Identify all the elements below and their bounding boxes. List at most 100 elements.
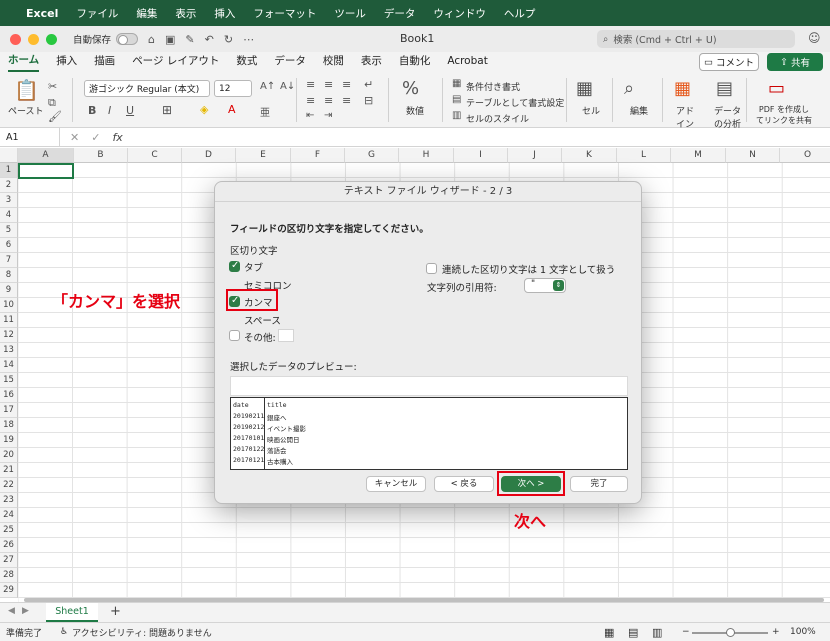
- home-icon[interactable]: ⌂: [148, 33, 155, 46]
- row-header[interactable]: 12: [0, 328, 18, 343]
- cond-format-icon[interactable]: ▦: [452, 78, 461, 89]
- row-header[interactable]: 25: [0, 523, 18, 538]
- cell-style-icon[interactable]: ▥: [452, 110, 461, 121]
- back-button[interactable]: < 戻る: [434, 476, 494, 492]
- tab-insert[interactable]: 挿入: [56, 53, 77, 71]
- percent-icon[interactable]: %: [402, 78, 419, 99]
- close-button[interactable]: [10, 33, 21, 45]
- format-painter-icon[interactable]: 🖌: [48, 110, 62, 123]
- row-header[interactable]: 29: [0, 583, 18, 598]
- row-header[interactable]: 18: [0, 418, 18, 433]
- select-all-corner[interactable]: [0, 148, 18, 163]
- zoom-button[interactable]: [46, 33, 57, 45]
- row-header[interactable]: 8: [0, 268, 18, 283]
- align-top-icon[interactable]: ≡: [306, 78, 315, 91]
- share-button[interactable]: ⇪ 共有: [767, 53, 823, 71]
- column-header[interactable]: B: [74, 148, 128, 163]
- addin-icon[interactable]: ▦: [674, 78, 691, 99]
- find-icon[interactable]: ⌕: [624, 78, 634, 99]
- redo-icon[interactable]: ↻: [224, 33, 233, 46]
- autosave-control[interactable]: 自動保存: [73, 32, 139, 46]
- add-sheet-icon[interactable]: +: [110, 604, 121, 619]
- row-header[interactable]: 14: [0, 358, 18, 373]
- menu-view[interactable]: 表示: [175, 6, 196, 21]
- menu-tools[interactable]: ツール: [334, 6, 366, 21]
- column-header[interactable]: O: [780, 148, 830, 163]
- row-header[interactable]: 28: [0, 568, 18, 583]
- font-select[interactable]: 游ゴシック Regular (本文): [84, 80, 210, 97]
- font-color-icon[interactable]: A: [228, 103, 236, 116]
- column-header[interactable]: A: [18, 148, 74, 163]
- column-header[interactable]: F: [291, 148, 345, 163]
- zoom-slider-handle[interactable]: [726, 628, 735, 637]
- row-header[interactable]: 5: [0, 223, 18, 238]
- zoom-out-icon[interactable]: −: [682, 627, 690, 637]
- data-preview[interactable]: date title 20190211 銀座へ 20190212 イベント撮影 …: [230, 397, 628, 470]
- selected-cell-a1[interactable]: [18, 163, 74, 179]
- align-right-icon[interactable]: ≡: [342, 94, 351, 107]
- row-header[interactable]: 9: [0, 283, 18, 298]
- search-field[interactable]: ⌕ 検索 (Cmd + Ctrl + U): [597, 30, 795, 48]
- row-header[interactable]: 3: [0, 193, 18, 208]
- table-format-label[interactable]: テーブルとして書式設定: [466, 96, 564, 109]
- align-center-icon[interactable]: ≡: [324, 94, 333, 107]
- app-name[interactable]: Excel: [26, 7, 58, 20]
- column-header[interactable]: K: [562, 148, 617, 163]
- column-header[interactable]: I: [454, 148, 508, 163]
- border-icon[interactable]: ⊞: [162, 103, 172, 117]
- menu-insert[interactable]: 挿入: [214, 6, 235, 21]
- minimize-button[interactable]: [28, 33, 39, 45]
- sheet-tab-sheet1[interactable]: Sheet1: [46, 603, 98, 622]
- merge-icon[interactable]: ⊟: [364, 94, 373, 107]
- finish-button[interactable]: 完了: [570, 476, 628, 492]
- prev-sheet-icon[interactable]: ◀: [8, 606, 15, 616]
- bold-icon[interactable]: B: [88, 104, 96, 117]
- fx-icon[interactable]: fx: [112, 131, 122, 144]
- menu-window[interactable]: ウィンドウ: [433, 6, 486, 21]
- row-header[interactable]: 10: [0, 298, 18, 313]
- name-box[interactable]: A1: [0, 128, 60, 146]
- align-bottom-icon[interactable]: ≡: [342, 78, 351, 91]
- column-header[interactable]: G: [345, 148, 399, 163]
- tab-acrobat[interactable]: Acrobat: [447, 55, 488, 70]
- tab-automate[interactable]: 自動化: [399, 53, 431, 71]
- cell-style-label[interactable]: セルのスタイル: [466, 112, 529, 125]
- pdf-icon[interactable]: ▭: [768, 78, 785, 99]
- row-header[interactable]: 26: [0, 538, 18, 553]
- underline-icon[interactable]: U: [126, 104, 134, 117]
- row-header[interactable]: 1: [0, 163, 18, 178]
- menu-data[interactable]: データ: [384, 6, 416, 21]
- save-icon[interactable]: ▣: [165, 33, 175, 46]
- tab-formulas[interactable]: 数式: [236, 53, 257, 71]
- page-break-view-icon[interactable]: ▥: [652, 626, 662, 639]
- table-format-icon[interactable]: ▤: [452, 94, 461, 105]
- row-header[interactable]: 6: [0, 238, 18, 253]
- row-header[interactable]: 7: [0, 253, 18, 268]
- row-header[interactable]: 2: [0, 178, 18, 193]
- tab-data[interactable]: データ: [274, 53, 306, 71]
- consecutive-checkbox[interactable]: [426, 263, 437, 274]
- font-size-select[interactable]: 12: [214, 80, 252, 97]
- cancel-icon[interactable]: ✕: [70, 131, 79, 144]
- copy-icon[interactable]: ⧉: [48, 96, 56, 110]
- column-header[interactable]: H: [399, 148, 454, 163]
- page-layout-view-icon[interactable]: ▤: [628, 626, 638, 639]
- row-header[interactable]: 4: [0, 208, 18, 223]
- row-header[interactable]: 16: [0, 388, 18, 403]
- column-header[interactable]: N: [726, 148, 780, 163]
- phonetic-icon[interactable]: 亜: [260, 104, 270, 119]
- row-header[interactable]: 24: [0, 508, 18, 523]
- column-header[interactable]: E: [236, 148, 291, 163]
- menu-format[interactable]: フォーマット: [253, 6, 316, 21]
- cancel-button[interactable]: キャンセル: [366, 476, 426, 492]
- quote-select[interactable]: " ⇕: [524, 278, 566, 293]
- indent-icon[interactable]: ⇤: [306, 110, 314, 121]
- cond-format-label[interactable]: 条件付き書式: [466, 80, 520, 93]
- menu-file[interactable]: ファイル: [76, 6, 118, 21]
- row-header[interactable]: 23: [0, 493, 18, 508]
- tab-draw[interactable]: 描画: [94, 53, 115, 71]
- row-header[interactable]: 11: [0, 313, 18, 328]
- decrease-font-icon[interactable]: A↓: [280, 81, 295, 92]
- more-icon[interactable]: ⋯: [243, 33, 254, 46]
- align-left-icon[interactable]: ≡: [306, 94, 315, 107]
